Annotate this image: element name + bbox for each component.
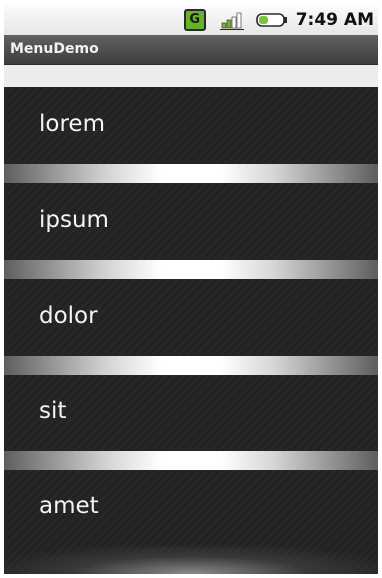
app-title: MenuDemo xyxy=(10,41,99,57)
list-divider xyxy=(4,451,378,470)
list-item-lorem[interactable]: lorem xyxy=(4,87,378,164)
list-divider xyxy=(4,356,378,375)
signal-icon xyxy=(219,10,246,30)
list-bottom-glow xyxy=(4,546,378,574)
status-bar: G 7:49 AM xyxy=(4,4,378,35)
list-item-label: amet xyxy=(39,493,99,519)
list-item-label: sit xyxy=(39,398,67,424)
list-item-amet[interactable]: amet xyxy=(4,469,378,546)
status-clock: 7:49 AM xyxy=(295,9,374,30)
list-item-sit[interactable]: sit xyxy=(4,374,378,451)
list-item-label: lorem xyxy=(39,111,105,137)
menu-list: lorem ipsum dolor sit amet xyxy=(4,87,378,574)
g-notification-icon[interactable]: G xyxy=(183,8,206,31)
list-divider xyxy=(4,164,378,183)
list-divider xyxy=(4,260,378,279)
list-item-ipsum[interactable]: ipsum xyxy=(4,183,378,260)
list-item-label: dolor xyxy=(39,303,98,329)
phone-screen: G 7:49 AM MenuDemo lorem ipsum dolor sit… xyxy=(4,4,378,574)
list-item-label: ipsum xyxy=(39,207,109,233)
battery-icon xyxy=(255,11,289,29)
list-top-strip xyxy=(4,65,378,87)
app-title-bar: MenuDemo xyxy=(4,35,378,65)
list-item-dolor[interactable]: dolor xyxy=(4,279,378,356)
